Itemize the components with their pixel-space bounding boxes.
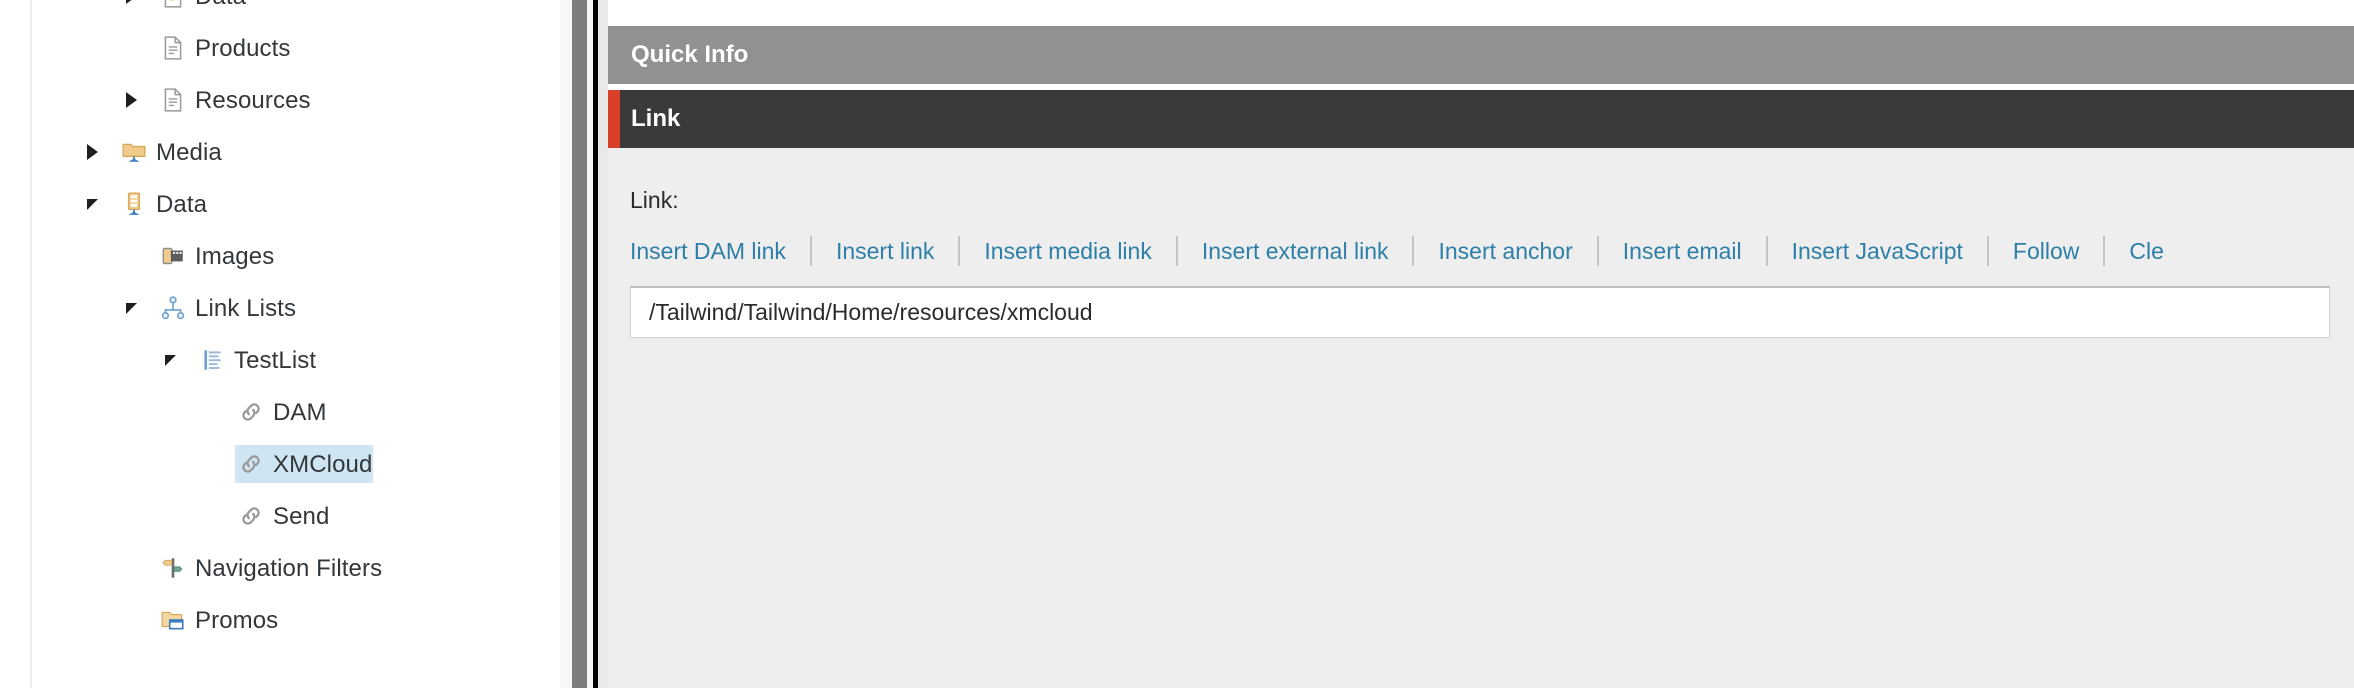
link-action-insert-media-link[interactable]: Insert media link (960, 238, 1175, 265)
tree-item-data[interactable]: Data (32, 0, 560, 22)
content-tree[interactable]: Data Products Resources Media Data Images Link… (32, 0, 560, 688)
tree-expand-arrow-icon[interactable] (121, 90, 141, 110)
section-header-quick-info[interactable]: Quick Info (608, 26, 2354, 84)
editor-content-panel: Quick Info Link Link: Insert DAM link Ins… (608, 0, 2354, 688)
folder-window-icon (160, 607, 186, 633)
link-action-insert-javascript[interactable]: Insert JavaScript (1768, 238, 1987, 265)
tree-scrollbar-thumb[interactable] (572, 0, 587, 688)
tree-item-label: DAM (273, 399, 327, 426)
tree-item-link-lists[interactable]: Link Lists (32, 282, 560, 334)
tree-item-promos[interactable]: Promos (32, 594, 560, 646)
app-window: Data Products Resources Media Data Images Link… (0, 0, 2354, 688)
tree-expand-arrow-icon[interactable] (82, 142, 102, 162)
tree-item-label: Promos (195, 607, 279, 634)
tree-collapse-arrow-icon[interactable] (160, 350, 180, 370)
tree-item-xmcloud[interactable]: XMCloud (32, 438, 560, 490)
document-icon (160, 35, 186, 61)
link-action-insert-anchor[interactable]: Insert anchor (1414, 238, 1596, 265)
quick-info-title: Quick Info (631, 41, 749, 68)
tree-item-images[interactable]: Images (32, 230, 560, 282)
node-tree-icon (160, 295, 186, 321)
tree-item-send[interactable]: Send (32, 490, 560, 542)
tree-left-gutter (0, 0, 30, 688)
tree-item-label: Products (195, 35, 291, 62)
media-folder-icon (121, 139, 147, 165)
tree-item-testlist[interactable]: TestList (32, 334, 560, 386)
tree-scrollbar-track[interactable] (560, 0, 572, 688)
tree-item-data[interactable]: Data (32, 178, 560, 230)
chain-link-icon (238, 451, 264, 477)
tree-item-label: Data (156, 191, 208, 218)
panel-splitter-pad (598, 0, 608, 688)
link-action-cle[interactable]: Cle (2105, 238, 2188, 265)
link-action-follow[interactable]: Follow (1989, 238, 2103, 265)
tree-item-label: Navigation Filters (195, 555, 383, 582)
tree-item-resources[interactable]: Resources (32, 74, 560, 126)
data-drawer-icon (121, 191, 147, 217)
link-action-insert-link[interactable]: Insert link (812, 238, 958, 265)
tree-item-dam[interactable]: DAM (32, 386, 560, 438)
chain-link-icon (238, 503, 264, 529)
tree-item-products[interactable]: Products (32, 22, 560, 74)
link-field-body: Link: Insert DAM link Insert link Insert m… (608, 148, 2354, 688)
list-lines-icon (199, 347, 225, 373)
signpost-icon (160, 555, 186, 581)
tree-item-media[interactable]: Media (32, 126, 560, 178)
link-actions-toolbar[interactable]: Insert DAM link Insert link Insert media l… (630, 236, 2188, 266)
chain-link-icon (238, 399, 264, 425)
tree-item-label: TestList (234, 347, 317, 374)
tree-item-label: Media (156, 139, 222, 166)
link-action-insert-email[interactable]: Insert email (1599, 238, 1766, 265)
tree-item-navigation-filters[interactable]: Navigation Filters (32, 542, 560, 594)
tree-item-label: Images (195, 243, 275, 270)
tree-item-label: Data (195, 0, 246, 11)
tree-item-label: Resources (195, 87, 311, 114)
document-icon (160, 87, 186, 113)
section-header-link[interactable]: Link (608, 90, 2354, 148)
section-accent-bar (608, 90, 620, 148)
film-roll-icon (160, 243, 186, 269)
document-data-icon (160, 0, 186, 9)
tree-collapse-arrow-icon[interactable] (82, 194, 102, 214)
tree-item-label: Send (273, 503, 330, 530)
link-field-label: Link: (630, 187, 679, 213)
tree-expand-arrow-icon[interactable] (121, 0, 141, 6)
link-action-insert-dam-link[interactable]: Insert DAM link (630, 238, 810, 265)
link-action-insert-external-link[interactable]: Insert external link (1178, 238, 1413, 265)
tree-item-label: Link Lists (195, 295, 297, 322)
tree-item-label: XMCloud (273, 451, 373, 478)
link-section-title: Link (631, 105, 681, 132)
tree-collapse-arrow-icon[interactable] (121, 298, 141, 318)
link-value-input[interactable] (630, 286, 2330, 338)
